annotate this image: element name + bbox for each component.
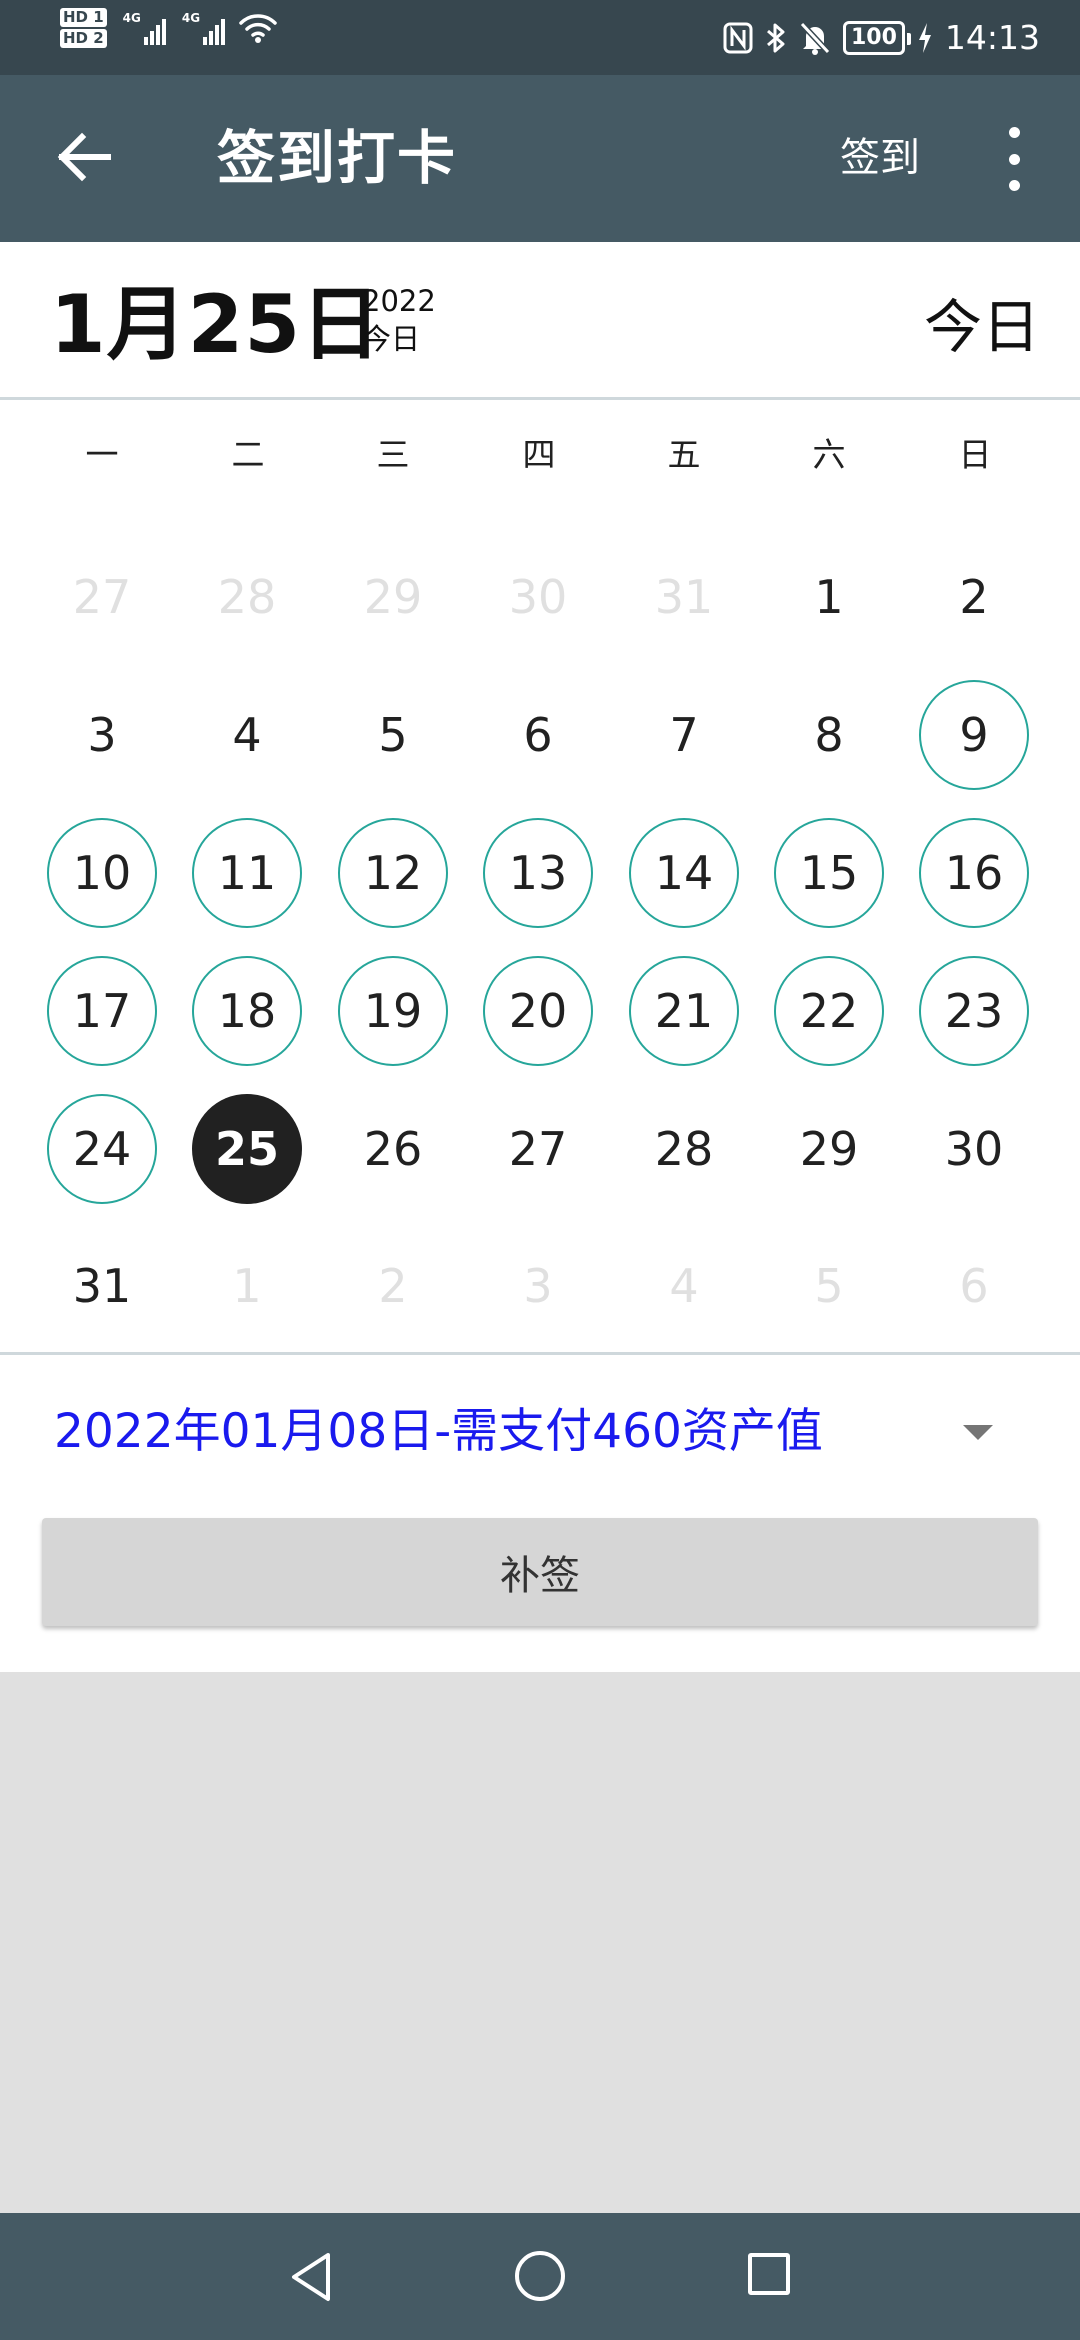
nav-recent-icon[interactable] xyxy=(748,2253,790,2295)
calendar-day-signed[interactable]: 22 xyxy=(774,956,884,1066)
calendar-day[interactable]: 29 xyxy=(338,542,448,652)
calendar-day[interactable]: 3 xyxy=(47,680,157,790)
calendar-day[interactable]: 29 xyxy=(774,1094,884,1204)
calendar-day[interactable]: 6 xyxy=(483,680,593,790)
sim1-hd-badge: HD 1 xyxy=(60,8,107,27)
calendar-day[interactable]: 26 xyxy=(338,1094,448,1204)
calendar-day[interactable]: 1 xyxy=(192,1231,302,1341)
status-bar: HD 1 HD 2 4G 4G 100 14:13 xyxy=(0,0,1080,75)
calendar-day-signed[interactable]: 11 xyxy=(192,818,302,928)
dropdown-arrow-icon xyxy=(963,1425,993,1440)
calendar-day[interactable]: 3 xyxy=(483,1231,593,1341)
status-right: 100 14:13 xyxy=(723,0,1040,75)
makeup-sign-button[interactable]: 补签 xyxy=(42,1518,1038,1626)
signal2-type: 4G xyxy=(181,11,201,25)
sim2-hd-badge: HD 2 xyxy=(60,29,107,48)
calendar-day[interactable]: 6 xyxy=(919,1231,1029,1341)
calendar-day[interactable]: 28 xyxy=(629,1094,739,1204)
calendar-panel: 1月25日 2022 今日 今日 一 二 三 四 五 六 日 27 28 29 30 3… xyxy=(0,242,1080,1672)
calendar-day[interactable]: 7 xyxy=(629,680,739,790)
clock-time: 14:13 xyxy=(944,18,1040,57)
calendar-day[interactable]: 28 xyxy=(192,542,302,652)
calendar-day[interactable]: 8 xyxy=(774,680,884,790)
calendar-day-signed[interactable]: 10 xyxy=(47,818,157,928)
sim-indicators: HD 1 HD 2 xyxy=(60,8,107,48)
signal1-icon: 4G xyxy=(123,11,166,45)
status-left: HD 1 HD 2 4G 4G xyxy=(60,8,277,48)
calendar-day[interactable]: 2 xyxy=(338,1231,448,1341)
back-arrow-icon[interactable] xyxy=(48,121,120,193)
calendar-day[interactable]: 4 xyxy=(629,1231,739,1341)
calendar-day-signed[interactable]: 24 xyxy=(47,1094,157,1204)
more-vert-icon[interactable] xyxy=(994,127,1034,191)
sign-in-button[interactable]: 签到 xyxy=(840,75,920,242)
calendar-day[interactable]: 2 xyxy=(919,542,1029,652)
nav-home-icon[interactable] xyxy=(515,2251,565,2301)
charging-icon xyxy=(918,22,931,53)
system-nav-bar xyxy=(0,2213,1080,2340)
calendar-day[interactable]: 1 xyxy=(774,542,884,652)
nfc-icon xyxy=(723,22,753,53)
calendar-day[interactable]: 27 xyxy=(47,542,157,652)
page-title: 签到打卡 xyxy=(217,124,458,192)
makeup-option-text: 2022年01月08日-需支付460资产值 xyxy=(54,1404,823,1459)
battery-icon: 100 xyxy=(842,20,911,55)
calendar-day[interactable]: 31 xyxy=(629,542,739,652)
calendar-day[interactable]: 30 xyxy=(483,542,593,652)
calendar-day[interactable]: 5 xyxy=(774,1231,884,1341)
calendar-day[interactable]: 4 xyxy=(192,680,302,790)
calendar-day-signed[interactable]: 17 xyxy=(47,956,157,1066)
calendar-day-signed[interactable]: 21 xyxy=(629,956,739,1066)
calendar-day[interactable]: 5 xyxy=(338,680,448,790)
wifi-icon xyxy=(239,14,277,43)
calendar-day-signed[interactable]: 23 xyxy=(919,956,1029,1066)
calendar-day-signed[interactable]: 12 xyxy=(338,818,448,928)
calendar-day-signed[interactable]: 9 xyxy=(919,680,1029,790)
calendar-day-signed[interactable]: 18 xyxy=(192,956,302,1066)
calendar-day-selected[interactable]: 25 xyxy=(192,1094,302,1204)
calendar-day-signed[interactable]: 20 xyxy=(483,956,593,1066)
makeup-date-select[interactable]: 2022年01月08日-需支付460资产值 xyxy=(0,1392,1080,1472)
calendar-day[interactable]: 30 xyxy=(919,1094,1029,1204)
signal2-icon: 4G xyxy=(181,11,226,45)
calendar-day-signed[interactable]: 15 xyxy=(774,818,884,928)
calendar-day-signed[interactable]: 13 xyxy=(483,818,593,928)
nav-back-icon[interactable] xyxy=(284,2249,340,2305)
signal1-type: 4G xyxy=(122,11,141,25)
app-bar: 签到打卡 签到 xyxy=(0,75,1080,242)
calendar-day[interactable]: 31 xyxy=(47,1231,157,1341)
calendar-day[interactable]: 27 xyxy=(483,1094,593,1204)
mute-icon xyxy=(799,21,831,55)
bluetooth-icon xyxy=(766,23,785,52)
divider xyxy=(0,1352,1080,1355)
calendar-day-signed[interactable]: 19 xyxy=(338,956,448,1066)
calendar-day-signed[interactable]: 14 xyxy=(629,818,739,928)
calendar-day-signed[interactable]: 16 xyxy=(919,818,1029,928)
